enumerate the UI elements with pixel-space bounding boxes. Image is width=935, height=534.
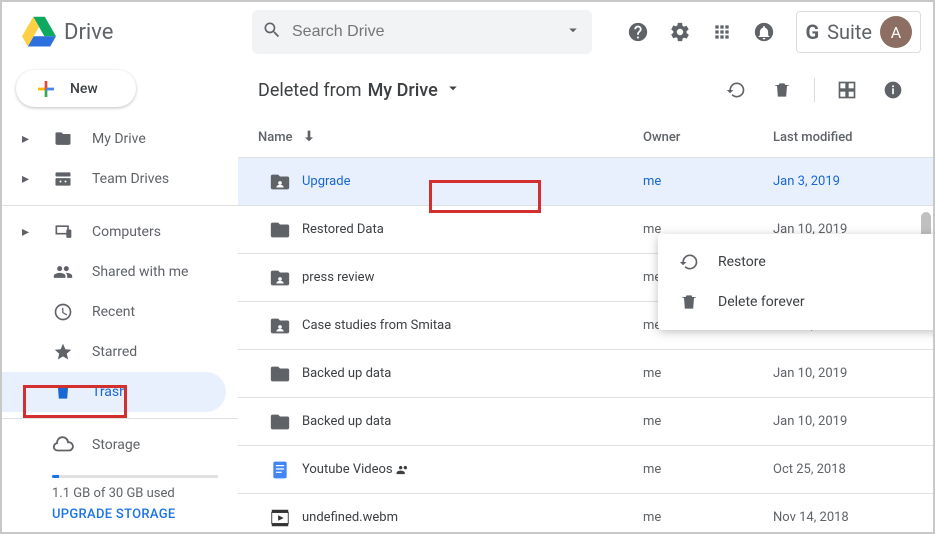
new-button[interactable]: New [16, 70, 136, 107]
video-icon [258, 507, 302, 529]
search-icon [262, 20, 282, 44]
col-name-header[interactable]: Name [258, 130, 293, 145]
logo-area: Drive [22, 15, 252, 49]
file-row[interactable]: UpgrademeJan 3, 2019 [238, 158, 933, 206]
file-name: Case studies from Smitaa [302, 318, 643, 333]
file-row[interactable]: undefined.webmmeNov 14, 2018 [238, 494, 933, 532]
chevron-right-icon: ▸ [22, 171, 34, 187]
file-name: press review [302, 270, 643, 285]
new-button-label: New [70, 81, 98, 97]
file-name: Upgrade [302, 174, 643, 189]
search-input[interactable] [282, 23, 564, 41]
product-name: Drive [64, 20, 113, 45]
avatar[interactable]: A [880, 16, 912, 48]
menu-restore[interactable]: Restore [658, 242, 933, 282]
apps-icon[interactable] [702, 12, 742, 52]
file-owner: me [643, 174, 773, 189]
sidebar-item-team-drives[interactable]: ▸Team Drives [2, 159, 226, 199]
search-bar[interactable] [252, 10, 592, 54]
file-row[interactable]: Backed up datameJan 10, 2019 [238, 350, 933, 398]
file-row[interactable]: Backed up datameJan 10, 2019 [238, 398, 933, 446]
sidebar-item-shared[interactable]: Shared with me [2, 252, 226, 292]
topbar: Drive G Suite A [2, 2, 933, 62]
col-modified-header[interactable]: Last modified [773, 130, 913, 145]
file-modified: Jan 3, 2019 [773, 174, 913, 189]
drive-icon [52, 129, 74, 149]
breadcrumb[interactable]: Deleted from My Drive [258, 79, 462, 102]
shared-icon [52, 262, 74, 282]
sidebar-item-computers[interactable]: ▸Computers [2, 212, 226, 252]
dropdown-icon[interactable] [564, 21, 582, 43]
file-name: undefined.webm [302, 510, 643, 525]
gsuite-button[interactable]: G Suite A [796, 11, 921, 53]
delete-header-icon[interactable] [762, 70, 802, 110]
shared-folder-icon [258, 267, 302, 289]
file-owner: me [643, 510, 773, 525]
restore-header-icon[interactable] [716, 70, 756, 110]
chevron-right-icon: ▸ [22, 224, 34, 240]
star-icon [52, 342, 74, 362]
file-modified: Jan 10, 2019 [773, 414, 913, 429]
header-icons: G Suite A [618, 11, 921, 53]
trash-icon [52, 382, 74, 402]
shared-folder-icon [258, 315, 302, 337]
doc-icon [258, 460, 302, 480]
upgrade-storage-link[interactable]: UPGRADE STORAGE [52, 507, 218, 522]
context-menu: Restore Delete forever [658, 234, 933, 330]
sidebar-item-trash[interactable]: Trash [2, 372, 226, 412]
restore-icon [678, 252, 700, 272]
team-drives-icon [52, 169, 74, 189]
file-name: Backed up data [302, 366, 643, 381]
file-modified: Nov 14, 2018 [773, 510, 913, 525]
file-list: UpgrademeJan 3, 2019Restored DatameJan 1… [238, 158, 933, 532]
help-icon[interactable] [618, 12, 658, 52]
recent-icon [52, 302, 74, 322]
notifications-icon[interactable] [744, 12, 784, 52]
col-owner-header[interactable]: Owner [643, 130, 773, 145]
content-header: Deleted from My Drive [238, 62, 933, 118]
chevron-down-icon [444, 79, 462, 102]
folder-icon [258, 411, 302, 433]
file-modified: Jan 10, 2019 [773, 366, 913, 381]
file-modified: Oct 25, 2018 [773, 462, 913, 477]
cloud-icon [52, 434, 74, 456]
drive-logo-icon [22, 15, 56, 49]
plus-icon [34, 77, 58, 101]
sidebar-item-storage[interactable]: Storage [2, 425, 226, 465]
folder-icon [258, 219, 302, 241]
storage-text: 1.1 GB of 30 GB used [52, 486, 218, 501]
file-name: Restored Data [302, 222, 643, 237]
sort-arrow-icon[interactable] [301, 128, 317, 148]
sidebar: New ▸My Drive ▸Team Drives ▸Computers Sh… [2, 62, 238, 532]
chevron-right-icon: ▸ [22, 131, 34, 147]
storage-meter: 1.1 GB of 30 GB used UPGRADE STORAGE [2, 465, 238, 532]
file-owner: me [643, 366, 773, 381]
sidebar-item-recent[interactable]: Recent [2, 292, 226, 332]
main-content: Deleted from My Drive Name Owner Last mo… [238, 62, 933, 532]
info-icon[interactable] [873, 70, 913, 110]
sidebar-item-my-drive[interactable]: ▸My Drive [2, 119, 226, 159]
settings-icon[interactable] [660, 12, 700, 52]
shared-folder-icon [258, 171, 302, 193]
file-name: Backed up data [302, 414, 643, 429]
sidebar-item-starred[interactable]: Starred [2, 332, 226, 372]
trash-icon [678, 292, 700, 312]
table-header: Name Owner Last modified [238, 118, 933, 158]
file-name: Youtube Videos [302, 462, 643, 477]
file-row[interactable]: Youtube Videos meOct 25, 2018 [238, 446, 933, 494]
menu-delete-forever[interactable]: Delete forever [658, 282, 933, 322]
computers-icon [52, 222, 74, 242]
grid-view-icon[interactable] [827, 70, 867, 110]
file-owner: me [643, 414, 773, 429]
folder-icon [258, 363, 302, 385]
gsuite-g: G [805, 20, 819, 44]
file-owner: me [643, 462, 773, 477]
gsuite-suite: Suite [827, 20, 872, 44]
